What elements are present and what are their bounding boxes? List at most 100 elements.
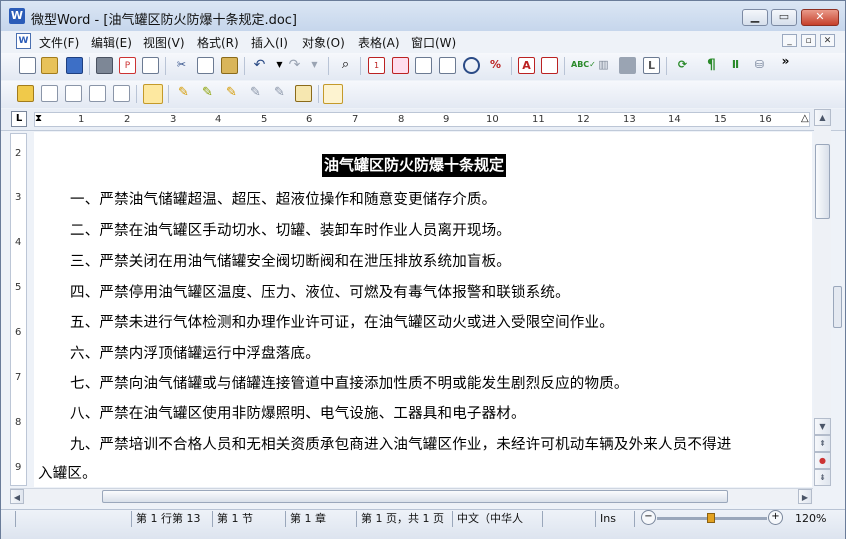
draw-tool-icon[interactable]	[17, 85, 34, 102]
redo-dropdown-icon[interactable]: ▼	[306, 57, 323, 74]
toolbar-separator	[165, 57, 166, 75]
pen-grey-icon[interactable]: ✎	[247, 85, 264, 102]
ruler-number: 6	[15, 327, 22, 338]
pen-check-icon[interactable]: ✎	[199, 85, 216, 102]
ruler-number: 7	[15, 372, 22, 383]
database-icon[interactable]: ⛁	[751, 57, 768, 74]
zoom-out-button[interactable]: −	[641, 510, 656, 525]
menu-insert[interactable]: 插入(I)	[251, 34, 288, 51]
review-pane-icon[interactable]	[295, 85, 312, 102]
scroll-left-button[interactable]: ◀	[10, 489, 24, 504]
redo-icon[interactable]: ↷	[286, 57, 303, 74]
zoom-slider-thumb[interactable]	[707, 513, 715, 523]
prev-page-button[interactable]: ⇞	[814, 435, 831, 452]
copy-icon[interactable]	[197, 57, 214, 74]
track-changes-icon[interactable]	[323, 84, 343, 104]
pen-star-icon[interactable]: ✎	[175, 85, 192, 102]
scroll-up-button[interactable]: ▲	[814, 109, 831, 126]
sync-icon[interactable]: ⟳	[674, 57, 691, 74]
status-pages: 第 1 页，共 1 页	[356, 511, 444, 527]
menu-table[interactable]: 表格(A)	[358, 34, 400, 51]
vertical-scrollbar[interactable]: ▲ ▼ ⇞ ● ⇟	[814, 109, 831, 486]
format-painter-icon[interactable]	[541, 57, 558, 74]
paragraph: 四、严禁停用油气罐区温度、压力、液位、可燃及有毒气体报警和联锁系统。	[70, 285, 570, 301]
page-number-icon[interactable]: 1	[368, 57, 385, 74]
page-layout-icon[interactable]	[415, 57, 432, 74]
zoom-magnifier-icon[interactable]	[463, 57, 480, 74]
doc-minimize-button[interactable]: _	[782, 34, 797, 47]
menu-object[interactable]: 对象(O)	[302, 34, 345, 51]
scroll-right-button[interactable]: ▶	[798, 489, 812, 504]
pen-double-icon[interactable]: ✎	[271, 85, 288, 102]
percent-zoom-icon[interactable]: %	[487, 57, 504, 74]
document-icon[interactable]: W	[16, 33, 31, 49]
toolbar-separator	[511, 57, 512, 75]
doc-restore-button[interactable]: ▫	[801, 34, 816, 47]
word-count-icon[interactable]: ▥	[595, 57, 612, 74]
open-folder-icon[interactable]	[41, 57, 58, 74]
close-button[interactable]: ✕	[801, 9, 839, 26]
status-language: 中文（中华人	[452, 511, 523, 527]
print-icon[interactable]	[96, 57, 113, 74]
ruler-number: 5	[261, 114, 268, 125]
status-empty-field	[15, 511, 132, 527]
delete-shape-icon[interactable]	[65, 85, 82, 102]
tab-stop-selector[interactable]: L	[11, 111, 27, 127]
ruler-number: 3	[15, 192, 22, 203]
next-page-button[interactable]: ⇟	[814, 469, 831, 486]
pen-highlight-icon[interactable]: ✎	[223, 85, 240, 102]
word-app-icon[interactable]: W	[9, 8, 25, 24]
two-page-view-icon[interactable]	[439, 57, 456, 74]
paste-icon[interactable]	[221, 57, 238, 74]
toolbar-separator	[328, 57, 329, 75]
shading-icon[interactable]	[619, 57, 636, 74]
paragraph: 五、严禁未进行气体检测和办理作业许可证，在油气罐区动火或进入受限空间作业。	[70, 315, 614, 331]
doc-close-button[interactable]: ✕	[820, 34, 835, 47]
horizontal-ruler[interactable]: ⧗ 1 2 3 4 5 6 7 8 9 10 11 12 13 14 15 16…	[34, 112, 810, 127]
toolbar-separator	[360, 57, 361, 75]
menu-file[interactable]: 文件(F)	[39, 34, 79, 51]
cut-icon[interactable]: ✂	[173, 57, 190, 74]
edit-shape-icon[interactable]	[41, 85, 58, 102]
toolbar-overflow-icon[interactable]: »	[777, 53, 794, 70]
minimize-button[interactable]: ▁	[742, 9, 768, 26]
right-indent-marker-icon[interactable]: △	[801, 113, 809, 124]
browse-object-button[interactable]: ●	[814, 452, 831, 469]
window-title: 微型Word - [油气罐区防火防爆十条规定.doc]	[31, 13, 297, 28]
ungroup-shape-icon[interactable]	[113, 85, 130, 102]
status-divider	[634, 511, 635, 527]
save-icon[interactable]	[66, 57, 83, 74]
horizontal-scrollbar[interactable]: ◀ ▶	[10, 488, 813, 505]
vertical-scroll-thumb[interactable]	[815, 144, 830, 219]
pdf-export-icon[interactable]: P	[119, 57, 136, 74]
menu-edit[interactable]: 编辑(E)	[91, 34, 132, 51]
split-handle[interactable]	[833, 286, 842, 328]
line-spacing-icon[interactable]: L	[643, 57, 660, 74]
horizontal-scroll-thumb[interactable]	[102, 490, 728, 503]
menu-view[interactable]: 视图(V)	[143, 34, 185, 51]
maximize-button[interactable]: ▭	[771, 9, 797, 26]
print-preview-icon[interactable]	[142, 57, 159, 74]
paragraph-mark-icon[interactable]: ¶	[703, 57, 720, 74]
font-color-icon[interactable]: A	[518, 57, 535, 74]
ruler-number: 9	[443, 114, 450, 125]
zoom-in-button[interactable]: +	[768, 510, 783, 525]
undo-icon[interactable]: ↶	[251, 57, 268, 74]
new-document-icon[interactable]	[19, 57, 36, 74]
scroll-down-button[interactable]: ▼	[814, 418, 831, 435]
group-shape-icon[interactable]	[89, 85, 106, 102]
menu-format[interactable]: 格式(R)	[197, 34, 239, 51]
text-direction-icon[interactable]: Ⅱ	[727, 57, 744, 74]
ruler-number: 16	[759, 114, 772, 125]
comment-icon[interactable]	[143, 84, 163, 104]
insert-field-icon[interactable]	[392, 57, 409, 74]
vertical-ruler[interactable]: 2 3 4 5 6 7 8 9	[10, 133, 27, 486]
spellcheck-icon[interactable]: ABC✓	[571, 57, 596, 74]
find-binoculars-icon[interactable]: ⌕	[337, 57, 354, 74]
toolbar-separator	[168, 85, 169, 103]
toolbar-separator	[564, 57, 565, 75]
status-insert-mode[interactable]: Ins	[595, 511, 616, 527]
document-page[interactable]: 油气罐区防火防爆十条规定 一、严禁油气储罐超温、超压、超液位操作和随意变更储存介…	[34, 132, 812, 487]
indent-marker-icon[interactable]: ⧗	[35, 113, 42, 124]
menu-window[interactable]: 窗口(W)	[411, 34, 456, 51]
